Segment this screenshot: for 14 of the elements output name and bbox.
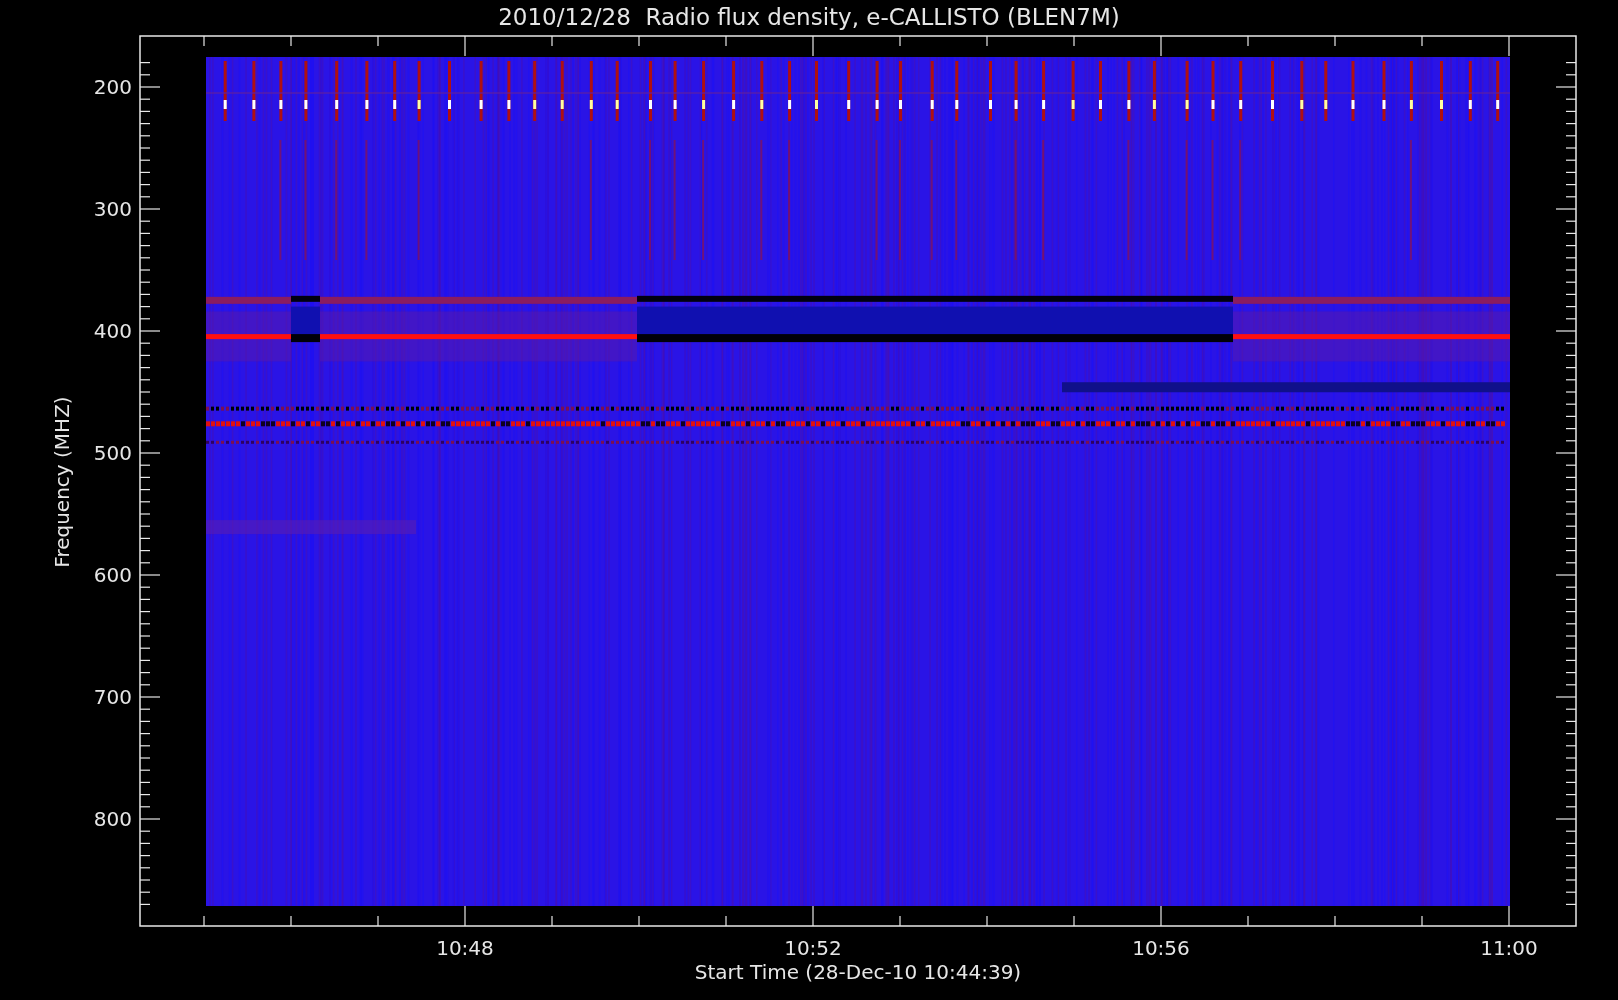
tick-label: 400 [93, 319, 132, 343]
x-axis-label: Start Time (28-Dec-10 10:44:39) [694, 960, 1022, 984]
tick-label: 700 [93, 685, 132, 709]
tick-label: 800 [93, 807, 132, 831]
tick-label: 10:56 [1132, 936, 1190, 960]
y-axis-label: Frequency (MHZ) [50, 396, 74, 568]
tick-label: 10:52 [784, 936, 842, 960]
tick-label: 11:00 [1480, 936, 1538, 960]
plot-title: 2010/12/28 Radio flux density, e-CALLISTO (BLEN7M) [498, 4, 1120, 30]
tick-label: 600 [93, 563, 132, 587]
tick-label: 10:48 [436, 936, 494, 960]
tick-label: 500 [93, 441, 132, 465]
tick-label: 300 [93, 197, 132, 221]
tick-label: 200 [93, 75, 132, 99]
